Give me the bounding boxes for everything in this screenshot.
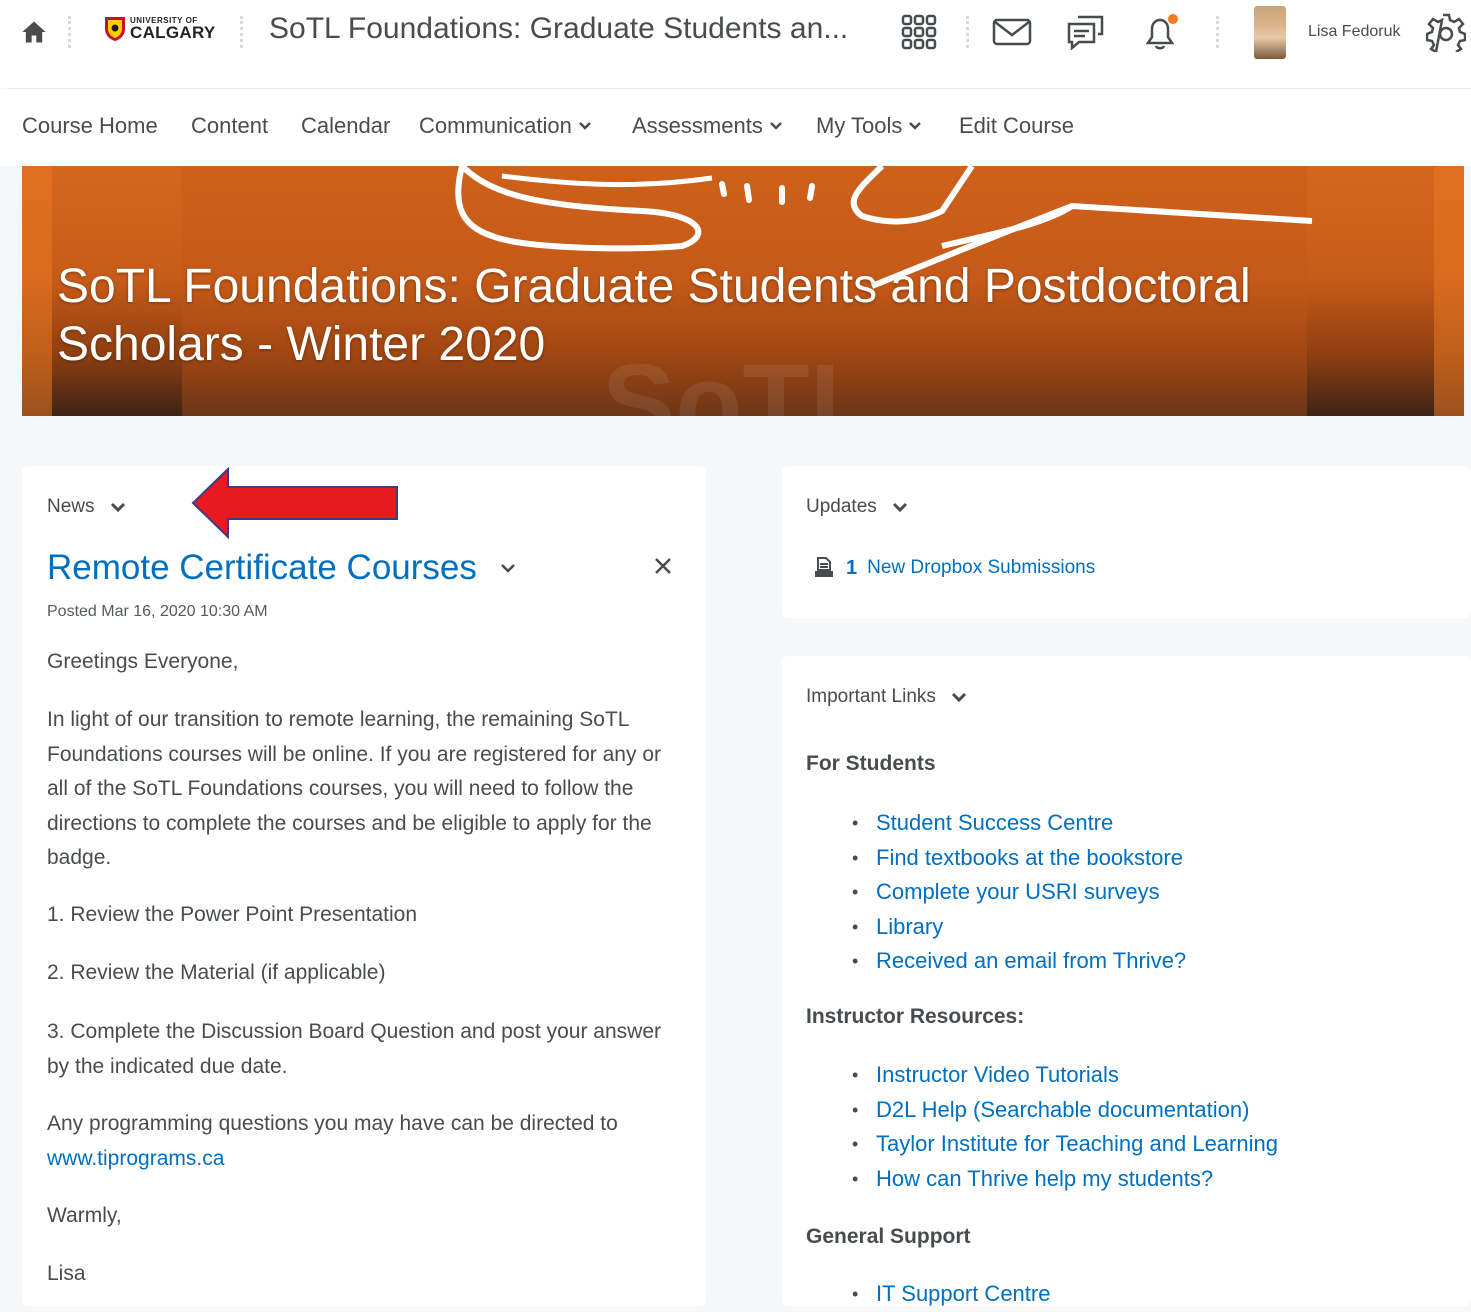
news-widget-header[interactable]: News: [47, 496, 127, 518]
chevron-down-icon: [578, 122, 591, 130]
top-bar: UNIVERSITY OF CALGARY SoTL Foundations: …: [0, 0, 1471, 89]
divider: [68, 16, 71, 48]
link-d2l-help[interactable]: D2L Help (Searchable documentation): [852, 1093, 1278, 1128]
section-heading-instructor: Instructor Resources:: [806, 1005, 1025, 1028]
link-taylor-institute[interactable]: Taylor Institute for Teaching and Learni…: [852, 1127, 1278, 1162]
nav-label: Calendar: [301, 113, 391, 138]
chevron-down-icon: [892, 502, 907, 513]
divider: [966, 16, 969, 48]
link-thrive-email[interactable]: Received an email from Thrive?: [852, 944, 1186, 979]
dropbox-icon: [815, 557, 833, 577]
widget-title: Important Links: [806, 686, 936, 707]
news-step-2: 2. Review the Material (if applicable): [47, 961, 386, 984]
news-widget: News Remote Certificate Courses Posted M…: [22, 466, 706, 1306]
nav-label: Communication: [419, 113, 572, 138]
updates-widget: Updates 1 New Dropbox Submissions: [782, 466, 1471, 618]
widget-title: Updates: [806, 496, 877, 517]
posted-date: Posted Mar 16, 2020 10:30 AM: [47, 603, 268, 620]
annotation-arrow: [191, 466, 398, 540]
gear-icon[interactable]: [1426, 12, 1466, 52]
mail-icon[interactable]: [992, 12, 1032, 52]
nav-my-tools[interactable]: My Tools: [816, 113, 922, 139]
general-links-list: IT Support Centre: [852, 1277, 1050, 1312]
update-label[interactable]: New Dropbox Submissions: [867, 557, 1095, 579]
crest-icon: [105, 17, 125, 41]
nav-course-home[interactable]: Course Home: [22, 113, 158, 139]
instructor-links-list: Instructor Video Tutorials D2L Help (Sea…: [852, 1058, 1278, 1196]
link-it-support[interactable]: IT Support Centre: [852, 1277, 1050, 1312]
important-links-widget: Important Links For Students Student Suc…: [782, 656, 1471, 1311]
update-count[interactable]: 1: [846, 557, 857, 580]
discussion-icon[interactable]: [1066, 12, 1106, 52]
news-signature: Lisa: [47, 1262, 86, 1285]
logo-line-2: CALGARY: [130, 23, 216, 42]
banner-title-line-2: Scholars - Winter 2020: [57, 318, 546, 371]
home-icon[interactable]: [20, 18, 48, 46]
tiprograms-link[interactable]: www.tiprograms.ca: [47, 1147, 224, 1170]
news-signoff: Warmly,: [47, 1204, 122, 1227]
nav-label: Content: [191, 113, 269, 138]
chevron-down-icon[interactable]: [499, 559, 517, 577]
section-heading-students: For Students: [806, 752, 936, 775]
divider: [240, 16, 243, 48]
nav-label: Course Home: [22, 113, 158, 138]
chevron-down-icon: [110, 502, 125, 513]
chevron-down-icon: [909, 122, 922, 130]
news-item-title-text: Remote Certificate Courses: [47, 548, 477, 587]
banner-title-line-1: SoTL Foundations: Graduate Students and …: [57, 260, 1251, 313]
nav-label: My Tools: [816, 113, 903, 138]
nav-calendar[interactable]: Calendar: [301, 113, 390, 139]
link-textbooks[interactable]: Find textbooks at the bookstore: [852, 841, 1186, 876]
chevron-down-icon: [951, 692, 966, 703]
news-item-title[interactable]: Remote Certificate Courses: [47, 548, 517, 588]
important-links-header[interactable]: Important Links: [806, 686, 968, 708]
link-student-success-centre[interactable]: Student Success Centre: [852, 806, 1186, 841]
chevron-down-icon: [769, 122, 782, 130]
user-name[interactable]: Lisa Fedoruk: [1308, 23, 1401, 41]
course-title[interactable]: SoTL Foundations: Graduate Students an..…: [269, 12, 848, 46]
nav-assessments[interactable]: Assessments: [632, 113, 783, 139]
link-usri-surveys[interactable]: Complete your USRI surveys: [852, 875, 1186, 910]
nav-label: Assessments: [632, 113, 763, 138]
news-step-1: 1. Review the Power Point Presentation: [47, 903, 418, 926]
link-thrive-help[interactable]: How can Thrive help my students?: [852, 1162, 1278, 1197]
dropbox-update-row[interactable]: 1 New Dropbox Submissions: [812, 556, 1095, 580]
link-video-tutorials[interactable]: Instructor Video Tutorials: [852, 1058, 1278, 1093]
nav-label: Edit Course: [959, 113, 1074, 138]
updates-widget-header[interactable]: Updates: [806, 496, 909, 518]
news-step-3: 3. Complete the Discussion Board Questio…: [47, 1020, 661, 1078]
link-library[interactable]: Library: [852, 910, 1186, 945]
bell-icon[interactable]: [1140, 12, 1180, 52]
nav-edit-course[interactable]: Edit Course: [959, 113, 1074, 139]
avatar[interactable]: [1254, 6, 1286, 59]
course-banner: SoTL SoTL Foundations: Graduate Students…: [22, 166, 1464, 416]
questions-text: Any programming questions you may have c…: [47, 1112, 618, 1135]
widget-title: News: [47, 496, 95, 517]
course-navbar: Course Home Content Calendar Communicati…: [0, 89, 1471, 166]
close-icon[interactable]: [653, 556, 673, 576]
student-links-list: Student Success Centre Find textbooks at…: [852, 806, 1186, 979]
news-paragraph: In light of our transition to remote lea…: [47, 708, 661, 869]
news-greeting: Greetings Everyone,: [47, 650, 239, 673]
news-questions: Any programming questions you may have c…: [47, 1107, 677, 1176]
section-heading-general: General Support: [806, 1225, 971, 1248]
nav-content[interactable]: Content: [191, 113, 268, 139]
university-logo[interactable]: UNIVERSITY OF CALGARY: [104, 16, 216, 42]
nav-communication[interactable]: Communication: [419, 113, 592, 139]
banner-title: SoTL Foundations: Graduate Students and …: [57, 258, 1251, 374]
waffle-grid-icon[interactable]: [899, 12, 939, 52]
divider: [1216, 16, 1219, 48]
